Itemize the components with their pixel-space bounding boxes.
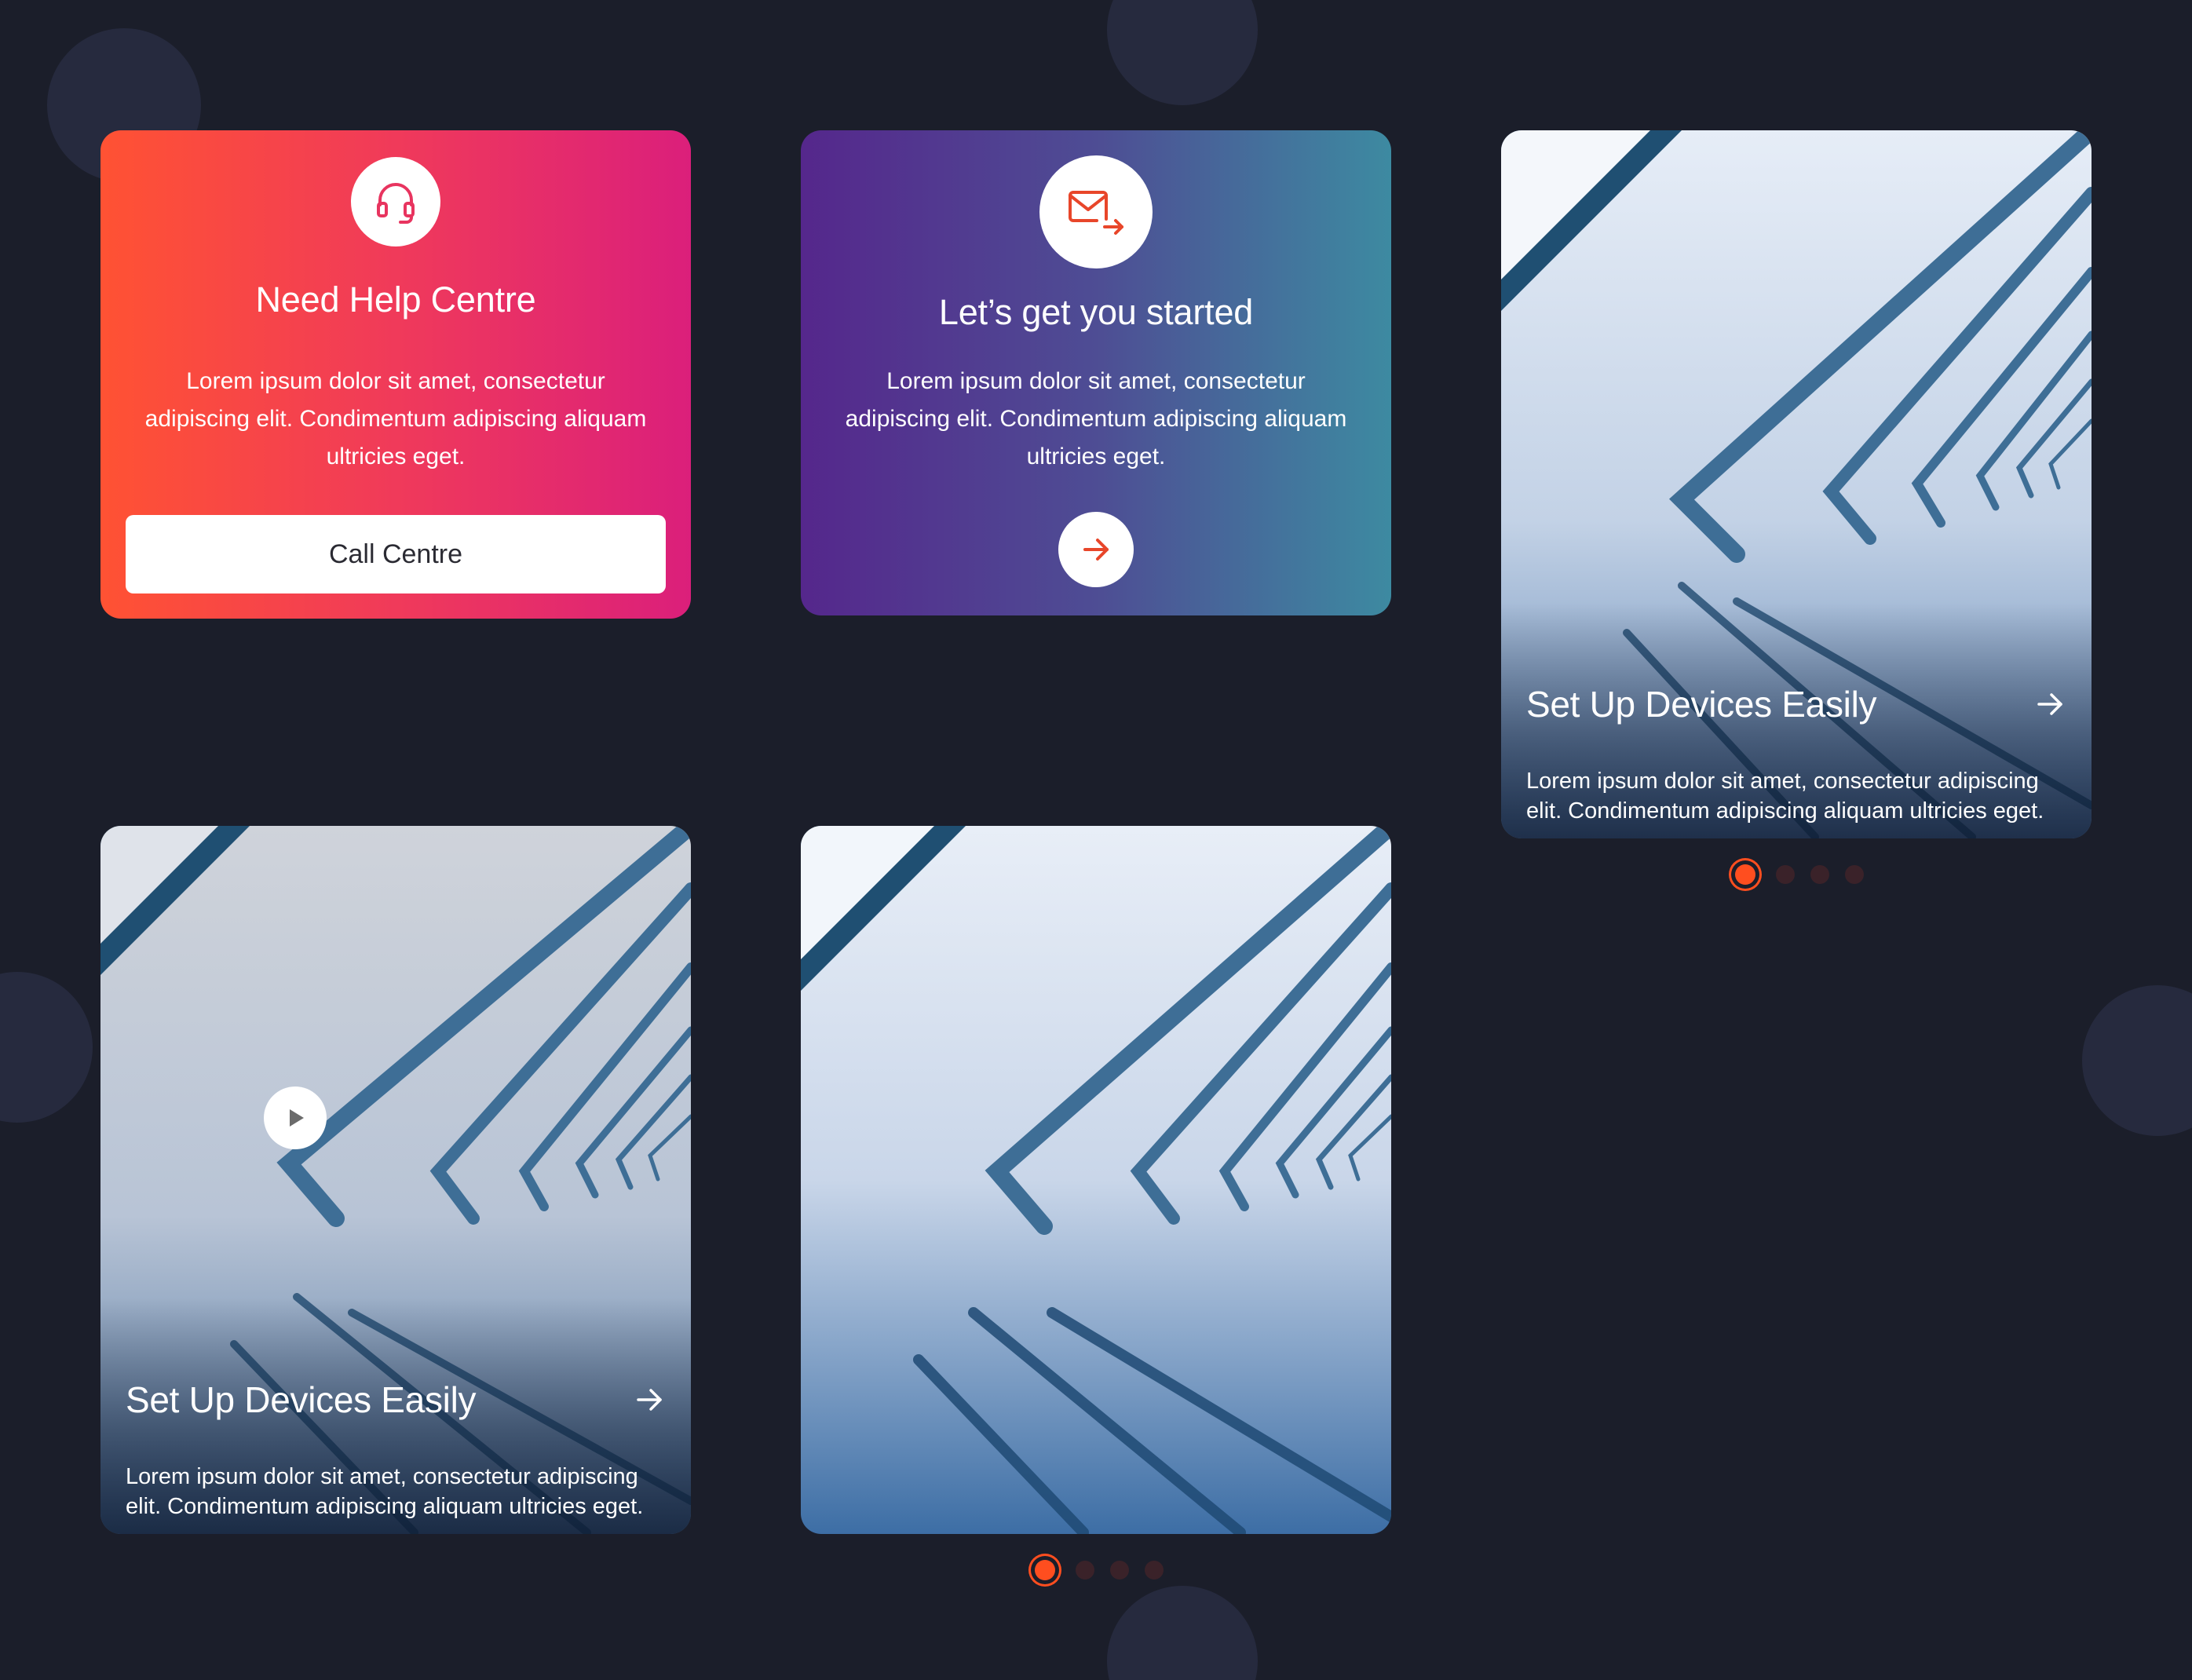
carousel-pagination [1035, 1560, 1164, 1580]
help-card-title: Need Help Centre [255, 279, 536, 320]
help-card-text: Lorem ipsum dolor sit amet, consectetur … [144, 368, 647, 469]
image-card-text: Lorem ipsum dolor sit amet, consectetur … [1526, 769, 2044, 824]
image-card-title: Set Up Devices Easily [126, 1379, 477, 1420]
arrow-right-icon [1083, 539, 1109, 561]
page: Need Help Centre Lorem ipsum dolor sit a… [0, 0, 2192, 1680]
background-circle [1107, 0, 1258, 105]
video-card-bottom-left[interactable]: Set Up Devices Easily Lorem ipsum dolor … [100, 826, 691, 1534]
pagination-dot[interactable] [1110, 1561, 1129, 1580]
background-circle [2082, 985, 2192, 1136]
architecture-photo [801, 826, 1391, 1534]
pagination-dot[interactable] [1145, 1561, 1164, 1580]
start-arrow-button[interactable] [1058, 512, 1134, 587]
image-card-top-right[interactable]: Set Up Devices Easily Lorem ipsum dolor … [1501, 130, 2092, 838]
arrow-right-icon[interactable] [2033, 688, 2066, 721]
headset-icon [351, 157, 440, 247]
help-centre-card: Need Help Centre Lorem ipsum dolor sit a… [100, 130, 691, 619]
background-circle [0, 972, 93, 1123]
start-card-text: Lorem ipsum dolor sit amet, consectetur … [845, 368, 1347, 469]
carousel-pagination [1735, 864, 1864, 885]
pagination-dot[interactable] [1845, 865, 1864, 884]
play-icon[interactable] [264, 1087, 327, 1149]
start-card-title: Let’s get you started [938, 292, 1254, 332]
pagination-dot[interactable] [1810, 865, 1829, 884]
pagination-dot[interactable] [1076, 1561, 1094, 1580]
image-card-title: Set Up Devices Easily [1526, 684, 1877, 725]
call-centre-button[interactable]: Call Centre [126, 515, 666, 593]
pagination-dot-active[interactable] [1035, 1560, 1055, 1580]
pagination-dot[interactable] [1776, 865, 1795, 884]
background-circle [1107, 1586, 1258, 1680]
image-card-text: Lorem ipsum dolor sit amet, consectetur … [126, 1464, 644, 1519]
get-started-card: Let’s get you started Lorem ipsum dolor … [801, 130, 1391, 615]
arrow-right-icon[interactable] [633, 1383, 666, 1416]
mail-forward-icon [1039, 155, 1153, 268]
image-card-bottom-middle[interactable] [801, 826, 1391, 1534]
pagination-dot-active[interactable] [1735, 864, 1755, 885]
